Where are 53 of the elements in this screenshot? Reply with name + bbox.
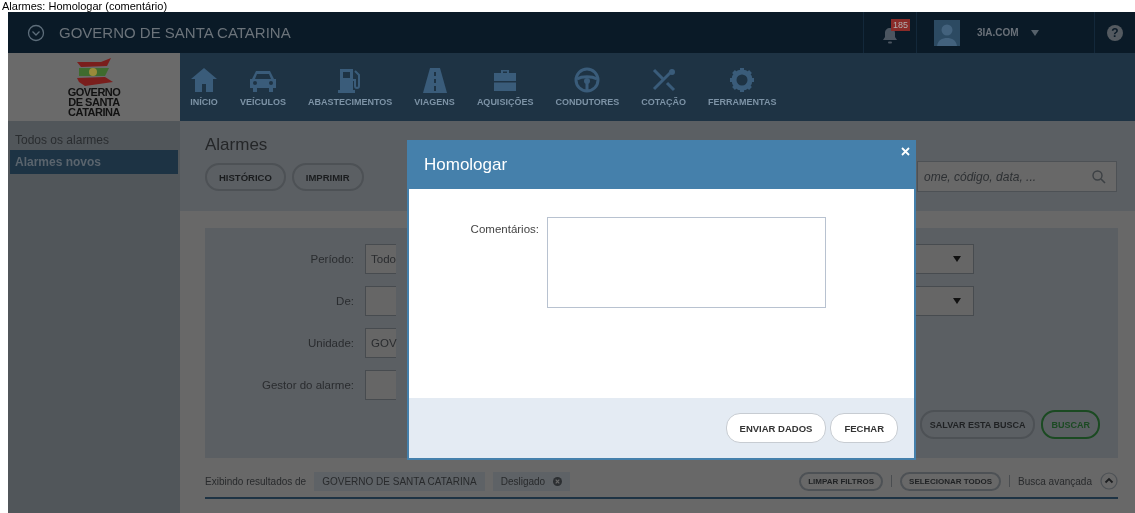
- caption: Alarmes: Homologar (comentário): [1, 0, 169, 12]
- steering-wheel-icon[interactable]: [574, 67, 601, 93]
- nav-item[interactable]: CONDUTORES: [555, 97, 620, 107]
- comment-field[interactable]: [547, 217, 826, 308]
- logo-text: CATARINA: [68, 106, 120, 117]
- remove-icon[interactable]: [553, 476, 563, 486]
- bell-icon[interactable]: [882, 26, 898, 45]
- nav-item[interactable]: ABASTECIMENTOS: [308, 97, 393, 107]
- results-label: Exibindo resultados de: [205, 475, 307, 487]
- road-icon[interactable]: [421, 67, 448, 93]
- filter-field[interactable]: GOV: [365, 328, 396, 358]
- caret-icon[interactable]: [953, 256, 961, 262]
- notification-badge: 185: [891, 19, 911, 31]
- nav-item[interactable]: VIAGENS: [414, 97, 455, 107]
- filter-chip: Desligado: [492, 471, 571, 491]
- dialog-title: Homologar: [424, 154, 508, 175]
- filter-field[interactable]: [365, 370, 396, 400]
- dialog-button[interactable]: ENVIAR DADOS: [725, 413, 827, 443]
- house-icon[interactable]: [190, 67, 218, 93]
- avatar-icon[interactable]: [934, 19, 960, 46]
- filter-button[interactable]: BUSCAR: [1041, 410, 1100, 439]
- filter-button[interactable]: SALVAR ESTA BUSCA: [919, 410, 1036, 439]
- filter-field[interactable]: Todo: [365, 244, 396, 274]
- caret-icon[interactable]: [1030, 29, 1039, 36]
- page-title: Alarmes: [205, 135, 269, 155]
- field-label: Comentários:: [469, 223, 540, 235]
- nav-item[interactable]: FERRAMENTAS: [708, 97, 777, 107]
- caret-icon[interactable]: [953, 298, 961, 304]
- filter-field[interactable]: [365, 286, 396, 316]
- nav-item[interactable]: AQUISIÇÕES: [476, 97, 534, 107]
- search-icon[interactable]: [1092, 169, 1106, 184]
- header-button[interactable]: HISTÓRICO: [205, 163, 286, 191]
- nav-item[interactable]: INÍCIO: [190, 97, 218, 107]
- chevron-circle-icon[interactable]: [27, 23, 45, 42]
- nav-item[interactable]: VEÍCULOS: [240, 97, 286, 107]
- nav-item[interactable]: COTAÇÃO: [641, 97, 687, 107]
- sidebar-item[interactable]: Alarmes novos: [10, 150, 178, 174]
- close-icon[interactable]: [901, 147, 910, 156]
- chevron-up-icon[interactable]: [1100, 472, 1118, 490]
- site-title: GOVERNO DE SANTA CATARINA: [59, 24, 291, 41]
- advanced-search-link[interactable]: Busca avançada: [1018, 475, 1092, 487]
- help-button[interactable]: ?: [1107, 24, 1123, 41]
- user-name[interactable]: 3IA.COM: [977, 27, 1019, 38]
- header-button[interactable]: IMPRIMIR: [291, 163, 364, 191]
- briefcase-icon[interactable]: [492, 67, 519, 93]
- dialog-button[interactable]: FECHAR: [830, 413, 898, 443]
- results-action-button[interactable]: SELECIONAR TODOS: [900, 471, 1002, 491]
- logo-text: GOVERNO: [67, 86, 121, 97]
- search-field[interactable]: ome, código, data, ...: [917, 161, 1117, 192]
- results-action-button[interactable]: LIMPAR FILTROS: [799, 471, 884, 491]
- gear-icon[interactable]: [729, 67, 756, 93]
- logo-text: DE SANTA: [68, 96, 120, 107]
- filter-chip: GOVERNO DE SANTA CATARINA: [314, 471, 485, 491]
